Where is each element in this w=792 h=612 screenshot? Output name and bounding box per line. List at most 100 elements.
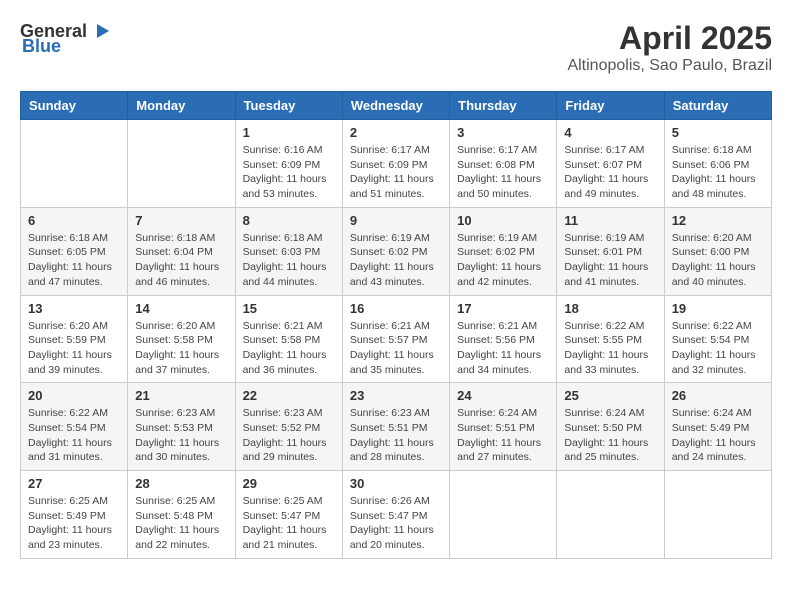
weekday-header-row: SundayMondayTuesdayWednesdayThursdayFrid… <box>21 92 772 120</box>
logo-icon <box>89 20 111 42</box>
calendar-cell: 8 Sunrise: 6:18 AM Sunset: 6:03 PM Daylig… <box>235 207 342 295</box>
page-header: General Blue April 2025 Altinopolis, Sao… <box>20 20 772 75</box>
calendar-cell: 3Sunrise: 6:17 AM Sunset: 6:08 PM Daylig… <box>450 120 557 208</box>
day-info: Sunrise: 6:19 AM Sunset: 6:02 PM Dayligh… <box>457 231 549 290</box>
day-info: Sunrise: 6:25 AM Sunset: 5:49 PM Dayligh… <box>28 494 120 553</box>
month-year: April 2025 <box>567 20 772 57</box>
day-number: 26 <box>672 388 764 403</box>
day-number: 21 <box>135 388 227 403</box>
calendar-cell: 26 Sunrise: 6:24 AM Sunset: 5:49 PM Dayli… <box>664 383 771 471</box>
calendar-cell: 9 Sunrise: 6:19 AM Sunset: 6:02 PM Daylig… <box>342 207 449 295</box>
day-number: 22 <box>243 388 335 403</box>
day-number: 15 <box>243 301 335 316</box>
day-number: 1 <box>243 125 335 140</box>
day-info: Sunrise: 6:18 AM Sunset: 6:05 PM Dayligh… <box>28 231 120 290</box>
weekday-header-monday: Monday <box>128 92 235 120</box>
calendar-cell: 7 Sunrise: 6:18 AM Sunset: 6:04 PM Daylig… <box>128 207 235 295</box>
day-info: Sunrise: 6:20 AM Sunset: 6:00 PM Dayligh… <box>672 231 764 290</box>
calendar-cell: 4 Sunrise: 6:17 AM Sunset: 6:07 PM Daylig… <box>557 120 664 208</box>
day-number: 6 <box>28 213 120 228</box>
day-info: Sunrise: 6:19 AM Sunset: 6:02 PM Dayligh… <box>350 231 442 290</box>
day-number: 2 <box>350 125 442 140</box>
day-number: 7 <box>135 213 227 228</box>
day-number: 25 <box>564 388 656 403</box>
calendar-cell: 29 Sunrise: 6:25 AM Sunset: 5:47 PM Dayli… <box>235 471 342 559</box>
day-info: Sunrise: 6:16 AM Sunset: 6:09 PM Dayligh… <box>243 143 335 202</box>
day-info: Sunrise: 6:23 AM Sunset: 5:51 PM Dayligh… <box>350 406 442 465</box>
day-info: Sunrise: 6:22 AM Sunset: 5:54 PM Dayligh… <box>28 406 120 465</box>
weekday-header-tuesday: Tuesday <box>235 92 342 120</box>
day-number: 5 <box>672 125 764 140</box>
day-info: Sunrise: 6:18 AM Sunset: 6:04 PM Dayligh… <box>135 231 227 290</box>
day-info: Sunrise: 6:17 AM Sunset: 6:07 PM Dayligh… <box>564 143 656 202</box>
calendar-cell: 11Sunrise: 6:19 AM Sunset: 6:01 PM Dayli… <box>557 207 664 295</box>
day-info: Sunrise: 6:24 AM Sunset: 5:50 PM Dayligh… <box>564 406 656 465</box>
day-number: 10 <box>457 213 549 228</box>
day-info: Sunrise: 6:23 AM Sunset: 5:52 PM Dayligh… <box>243 406 335 465</box>
calendar-cell: 10 Sunrise: 6:19 AM Sunset: 6:02 PM Dayli… <box>450 207 557 295</box>
calendar-cell: 19 Sunrise: 6:22 AM Sunset: 5:54 PM Dayli… <box>664 295 771 383</box>
calendar-cell: 17 Sunrise: 6:21 AM Sunset: 5:56 PM Dayli… <box>450 295 557 383</box>
day-number: 20 <box>28 388 120 403</box>
calendar-cell: 22 Sunrise: 6:23 AM Sunset: 5:52 PM Dayli… <box>235 383 342 471</box>
weekday-header-thursday: Thursday <box>450 92 557 120</box>
day-number: 12 <box>672 213 764 228</box>
location: Altinopolis, Sao Paulo, Brazil <box>567 57 772 75</box>
calendar-cell <box>664 471 771 559</box>
day-number: 18 <box>564 301 656 316</box>
calendar-cell: 16 Sunrise: 6:21 AM Sunset: 5:57 PM Dayli… <box>342 295 449 383</box>
day-info: Sunrise: 6:19 AM Sunset: 6:01 PM Dayligh… <box>564 231 656 290</box>
calendar-cell: 30 Sunrise: 6:26 AM Sunset: 5:47 PM Dayli… <box>342 471 449 559</box>
week-row-3: 13Sunrise: 6:20 AM Sunset: 5:59 PM Dayli… <box>21 295 772 383</box>
day-info: Sunrise: 6:20 AM Sunset: 5:58 PM Dayligh… <box>135 319 227 378</box>
day-number: 9 <box>350 213 442 228</box>
calendar-cell: 5Sunrise: 6:18 AM Sunset: 6:06 PM Daylig… <box>664 120 771 208</box>
day-info: Sunrise: 6:24 AM Sunset: 5:51 PM Dayligh… <box>457 406 549 465</box>
calendar-cell <box>557 471 664 559</box>
day-number: 8 <box>243 213 335 228</box>
weekday-header-friday: Friday <box>557 92 664 120</box>
day-number: 19 <box>672 301 764 316</box>
calendar-cell <box>450 471 557 559</box>
day-number: 30 <box>350 476 442 491</box>
day-info: Sunrise: 6:21 AM Sunset: 5:56 PM Dayligh… <box>457 319 549 378</box>
day-info: Sunrise: 6:22 AM Sunset: 5:54 PM Dayligh… <box>672 319 764 378</box>
day-info: Sunrise: 6:21 AM Sunset: 5:58 PM Dayligh… <box>243 319 335 378</box>
logo-blue: Blue <box>22 36 61 57</box>
day-number: 24 <box>457 388 549 403</box>
week-row-5: 27Sunrise: 6:25 AM Sunset: 5:49 PM Dayli… <box>21 471 772 559</box>
calendar-cell: 2 Sunrise: 6:17 AM Sunset: 6:09 PM Daylig… <box>342 120 449 208</box>
day-info: Sunrise: 6:21 AM Sunset: 5:57 PM Dayligh… <box>350 319 442 378</box>
day-info: Sunrise: 6:17 AM Sunset: 6:08 PM Dayligh… <box>457 143 549 202</box>
day-number: 16 <box>350 301 442 316</box>
day-info: Sunrise: 6:22 AM Sunset: 5:55 PM Dayligh… <box>564 319 656 378</box>
day-info: Sunrise: 6:18 AM Sunset: 6:03 PM Dayligh… <box>243 231 335 290</box>
calendar-cell: 27Sunrise: 6:25 AM Sunset: 5:49 PM Dayli… <box>21 471 128 559</box>
day-info: Sunrise: 6:23 AM Sunset: 5:53 PM Dayligh… <box>135 406 227 465</box>
day-number: 28 <box>135 476 227 491</box>
calendar-cell: 12 Sunrise: 6:20 AM Sunset: 6:00 PM Dayli… <box>664 207 771 295</box>
weekday-header-saturday: Saturday <box>664 92 771 120</box>
week-row-4: 20 Sunrise: 6:22 AM Sunset: 5:54 PM Dayli… <box>21 383 772 471</box>
weekday-header-wednesday: Wednesday <box>342 92 449 120</box>
day-info: Sunrise: 6:17 AM Sunset: 6:09 PM Dayligh… <box>350 143 442 202</box>
logo: General Blue <box>20 20 111 57</box>
day-number: 23 <box>350 388 442 403</box>
day-info: Sunrise: 6:20 AM Sunset: 5:59 PM Dayligh… <box>28 319 120 378</box>
calendar-cell: 28 Sunrise: 6:25 AM Sunset: 5:48 PM Dayli… <box>128 471 235 559</box>
day-number: 17 <box>457 301 549 316</box>
calendar-cell: 21 Sunrise: 6:23 AM Sunset: 5:53 PM Dayli… <box>128 383 235 471</box>
day-info: Sunrise: 6:24 AM Sunset: 5:49 PM Dayligh… <box>672 406 764 465</box>
day-number: 29 <box>243 476 335 491</box>
calendar-cell: 18 Sunrise: 6:22 AM Sunset: 5:55 PM Dayli… <box>557 295 664 383</box>
day-number: 4 <box>564 125 656 140</box>
calendar-cell <box>21 120 128 208</box>
day-info: Sunrise: 6:26 AM Sunset: 5:47 PM Dayligh… <box>350 494 442 553</box>
calendar: SundayMondayTuesdayWednesdayThursdayFrid… <box>20 91 772 559</box>
day-info: Sunrise: 6:25 AM Sunset: 5:47 PM Dayligh… <box>243 494 335 553</box>
calendar-cell: 1 Sunrise: 6:16 AM Sunset: 6:09 PM Daylig… <box>235 120 342 208</box>
calendar-cell: 20 Sunrise: 6:22 AM Sunset: 5:54 PM Dayli… <box>21 383 128 471</box>
week-row-1: 1 Sunrise: 6:16 AM Sunset: 6:09 PM Daylig… <box>21 120 772 208</box>
calendar-cell: 24 Sunrise: 6:24 AM Sunset: 5:51 PM Dayli… <box>450 383 557 471</box>
day-info: Sunrise: 6:25 AM Sunset: 5:48 PM Dayligh… <box>135 494 227 553</box>
